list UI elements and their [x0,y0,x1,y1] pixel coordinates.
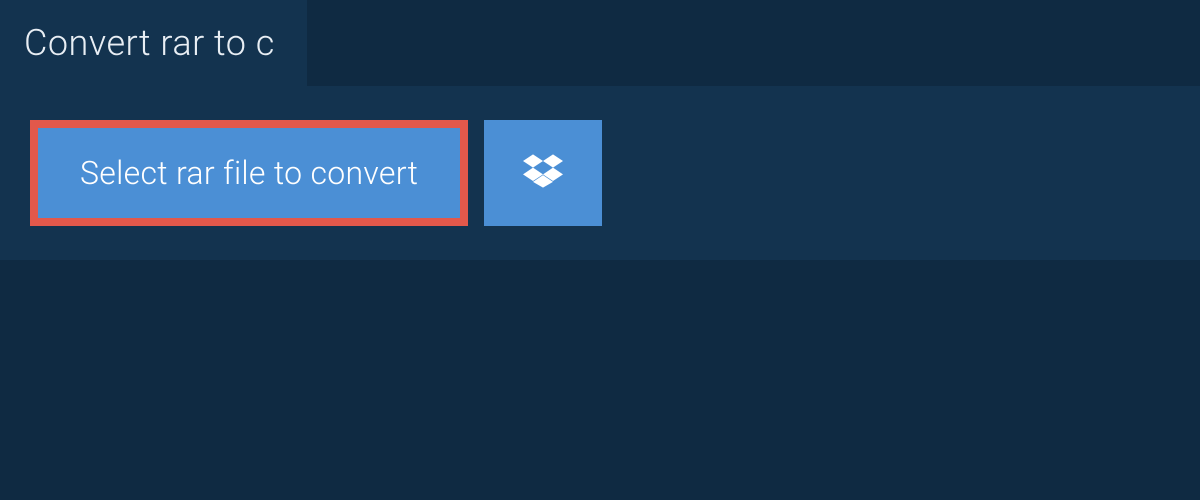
select-file-label: Select rar file to convert [80,154,418,192]
tab-convert[interactable]: Convert rar to c [0,0,307,86]
tab-title: Convert rar to c [24,22,275,64]
dropbox-icon [523,151,563,195]
tab-bar: Convert rar to c [0,0,1200,86]
content-panel: Select rar file to convert [0,86,1200,260]
select-file-button[interactable]: Select rar file to convert [30,120,468,226]
dropbox-button[interactable] [484,120,602,226]
